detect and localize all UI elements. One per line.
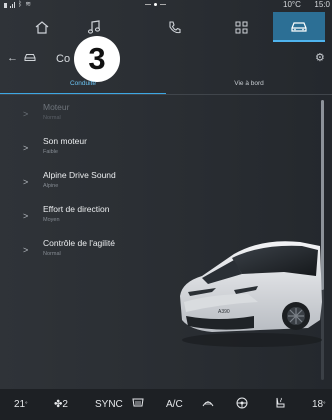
car-icon	[24, 54, 36, 61]
tab-divider	[0, 94, 332, 95]
music-note-icon	[87, 20, 101, 34]
phone-icon	[168, 20, 181, 33]
nav-vehicle[interactable]	[273, 12, 325, 42]
right-temperature[interactable]: 18°	[312, 397, 326, 413]
chevron-right-icon: >	[23, 143, 29, 153]
apps-grid-icon	[235, 21, 247, 33]
list-item-value: Alpine	[43, 183, 59, 189]
screen: ᛒ ≋ 10°C 15:0 ← Co ⚙ 3 Conduite Vie à bo…	[0, 0, 332, 420]
vehicle-illustration: A390	[180, 241, 322, 347]
clock: 15:0	[314, 0, 330, 9]
climate-bar: 21° ✤2 SYNC A/C 18°	[0, 389, 332, 420]
list-item-value: Normal	[43, 115, 61, 121]
rear-window-heat-button[interactable]	[132, 397, 144, 413]
steering-wheel-heat-button[interactable]	[236, 397, 248, 413]
list-item-engine-sound[interactable]: > Son moteur Faible	[0, 130, 270, 164]
rear-defrost-icon	[132, 398, 144, 407]
back-button[interactable]: ←	[7, 52, 18, 64]
nav-apps[interactable]	[215, 12, 267, 42]
signal-icon	[10, 2, 15, 8]
page-indicator	[145, 3, 166, 6]
battery-icon	[4, 2, 7, 8]
list-item-title: Son moteur	[43, 136, 87, 146]
car-icon	[291, 22, 307, 32]
list-item-title: Contrôle de l'agilité	[43, 238, 116, 248]
car-badge: A390	[218, 309, 230, 315]
heated-seat-icon	[276, 397, 285, 408]
left-temperature[interactable]: 21°	[14, 397, 28, 413]
page-header: ← Co ⚙	[0, 46, 332, 70]
status-icons: ᛒ ≋	[4, 0, 31, 10]
sync-button[interactable]: SYNC	[95, 397, 123, 413]
tab-driving[interactable]: Conduite	[0, 76, 166, 95]
chevron-right-icon: >	[23, 211, 29, 221]
chevron-right-icon: >	[23, 245, 29, 255]
outside-temperature: 10°C	[283, 0, 301, 9]
list-item-value: Faible	[43, 149, 58, 155]
seat-heat-button[interactable]	[274, 397, 286, 413]
steering-wheel-icon	[236, 397, 248, 409]
front-defrost-button[interactable]	[202, 397, 214, 413]
wifi-icon: ≋	[25, 1, 32, 8]
status-bar: ᛒ ≋ 10°C 15:0	[0, 0, 332, 10]
list-item-engine: > Moteur Normal	[0, 96, 270, 130]
page-title: Co	[56, 53, 71, 65]
home-icon	[35, 20, 49, 34]
list-item-value: Normal	[43, 251, 61, 257]
list-item-title: Alpine Drive Sound	[43, 170, 116, 180]
top-navigation	[0, 12, 332, 42]
nav-phone[interactable]	[148, 12, 200, 42]
settings-gear-icon[interactable]: ⚙	[315, 52, 325, 64]
bluetooth-icon: ᛒ	[18, 1, 23, 8]
list-item-alpine-drive-sound[interactable]: > Alpine Drive Sound Alpine	[0, 164, 270, 198]
ac-button[interactable]: A/C	[166, 397, 183, 413]
fan-speed[interactable]: ✤2	[54, 397, 68, 413]
chevron-right-icon: >	[23, 177, 29, 187]
list-item-title: Effort de direction	[43, 204, 110, 214]
list-item-title: Moteur	[43, 102, 70, 112]
list-item-steering-effort[interactable]: > Effort de direction Moyen	[0, 198, 270, 232]
tab-bar: Conduite Vie à bord	[0, 76, 332, 95]
front-defrost-icon	[202, 401, 214, 407]
tab-onboard-life[interactable]: Vie à bord	[166, 76, 332, 93]
callout-number: 3	[88, 41, 106, 76]
chevron-right-icon: >	[23, 109, 29, 119]
list-item-value: Moyen	[43, 217, 60, 223]
nav-home[interactable]	[16, 12, 68, 42]
